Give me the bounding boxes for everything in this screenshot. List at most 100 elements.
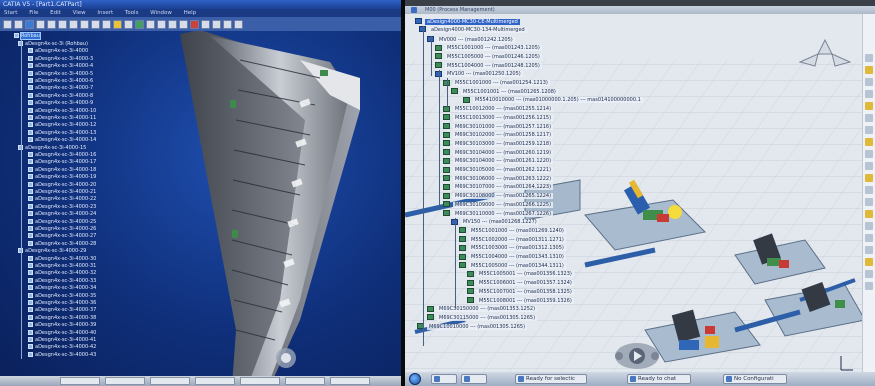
process-tree-item[interactable]: M55C1007001 --- (mas001358.1325) <box>467 288 574 295</box>
tree-item[interactable]: aDesgn4x-sc-3i-4000-5 <box>28 70 93 78</box>
process-tree-item[interactable]: M69C30102000 --- (mas001258.1217) <box>443 131 554 139</box>
menu-view[interactable]: View <box>73 10 86 16</box>
hide-show-icon[interactable] <box>223 19 232 29</box>
sketch-icon[interactable] <box>113 19 122 29</box>
tree-item[interactable]: aDesgn4x-sc-3i-4000-19 <box>28 174 96 181</box>
tree-item[interactable]: aDesgn4x-sc-3i (Rohbau) <box>18 41 88 48</box>
iso-view-icon[interactable] <box>201 19 210 29</box>
tree-item[interactable]: aDesgn4x-sc-3i-4000-39 <box>28 322 96 329</box>
menu-insert[interactable]: Insert <box>97 10 113 16</box>
process-tree-item[interactable]: M69C30110000 --- (mas001267.1226) <box>443 210 554 217</box>
process-tree-item[interactable]: M55C1001000 --- (mas001243.1205) <box>435 44 542 52</box>
new-icon[interactable] <box>3 19 12 29</box>
paste-icon[interactable] <box>69 19 78 29</box>
menu-tools[interactable]: Tools <box>125 10 139 16</box>
process-tree-item[interactable]: M55C1002000 --- (mas001311.1271) <box>459 236 566 243</box>
left-taskbar-item-2[interactable] <box>105 377 145 385</box>
left-taskbar-item-5[interactable] <box>240 377 280 385</box>
tree-item[interactable]: aDesgn4x-sc-3i-4000-23 <box>28 203 96 211</box>
rotate-icon[interactable] <box>157 19 166 29</box>
side-tool-7-icon[interactable] <box>865 126 873 134</box>
tree-item[interactable]: aDesgn4x-sc-3i-4000-28 <box>28 240 96 248</box>
process-tree-item[interactable]: M69C30150000 --- (mas001353.1252) <box>427 305 538 313</box>
tree-item[interactable]: aDesgn4x-sc-3i-4000-29 <box>18 248 86 255</box>
redo-icon[interactable] <box>91 19 100 29</box>
tree-item[interactable]: aDesgn4x-sc-3i-4000-35 <box>28 292 96 300</box>
tree-item[interactable]: aDesgn4x-sc-3i-4000-33 <box>28 277 96 285</box>
process-tree-item[interactable]: M69C30115000 --- (mas001305.1265) <box>427 314 538 321</box>
side-tool-6-icon[interactable] <box>865 114 873 122</box>
process-tree-item[interactable]: M69C10010000 --- (mas001305.1265) <box>417 323 528 330</box>
fly-mode-icon[interactable] <box>124 19 133 29</box>
side-tool-8-icon[interactable] <box>865 138 873 146</box>
process-tree-item[interactable]: M69C30104000 --- (mas001260.1219) <box>443 149 554 156</box>
process-tree-item[interactable]: M55C10012000 --- (mas001255.1214) <box>443 105 554 113</box>
taskbar-status-3[interactable]: No Configurati <box>723 374 787 384</box>
menu-file[interactable]: File <box>29 10 38 16</box>
tree-item[interactable]: aDesgn4x-sc-3i-4000-14 <box>28 137 96 144</box>
tree-item[interactable]: aDesgn4x-sc-3i-4000-41 <box>28 337 96 344</box>
tree-item[interactable]: aDesgn4x-sc-3i-4000-37 <box>28 307 96 314</box>
menu-start[interactable]: Start <box>4 10 17 16</box>
process-tree-item[interactable]: M69C30103000 --- (mas001259.1218) <box>443 140 554 147</box>
tree-item[interactable]: aDesgn4x-sc-3i-4000-40 <box>28 329 96 337</box>
start-button-icon[interactable] <box>409 373 421 385</box>
tree-item[interactable]: aDesgn4x-sc-3i-4000-21 <box>28 189 96 196</box>
process-tree-item[interactable]: M69C30104000 --- (mas001261.1220) <box>443 157 554 165</box>
side-tool-1-icon[interactable] <box>865 54 873 62</box>
tree-item[interactable]: aDesgn4x-sc-3i-4000-17 <box>28 159 96 166</box>
side-tool-17-icon[interactable] <box>865 246 873 254</box>
tree-item[interactable]: aDesgn4x-sc-3i-4000-38 <box>28 314 96 322</box>
tree-item[interactable]: aDesgn4x-sc-3i-4000-32 <box>28 270 96 277</box>
process-tree-item[interactable]: MV000 --- (mas001242.1205) <box>427 36 515 43</box>
side-tool-13-icon[interactable] <box>865 198 873 206</box>
process-tree-item[interactable]: M55C1001001 --- (mas001265.1208) <box>451 88 558 95</box>
tree-item[interactable]: aDesgn4x-sc-3i-4000-24 <box>28 211 96 218</box>
save-icon[interactable] <box>25 19 34 29</box>
tree-root[interactable]: Rohbau <box>14 32 41 40</box>
process-tree-item[interactable]: M55C1005000 --- (mas001246.1205) <box>435 53 542 60</box>
menu-help[interactable]: Help <box>184 10 197 16</box>
process-tree-item[interactable]: M55C10013000 --- (mas001256.1215) <box>443 114 554 121</box>
process-root[interactable]: aDesign4000-MC30-CE-Multimerged <box>415 18 520 25</box>
tree-item[interactable]: aDesgn4x-sc-3i-4000-12 <box>28 122 96 129</box>
tree-item[interactable]: aDesgn4x-sc-3i-4000-30 <box>28 255 96 263</box>
side-tool-20-icon[interactable] <box>865 282 873 290</box>
side-tool-4-icon[interactable] <box>865 90 873 98</box>
open-icon[interactable] <box>14 19 23 29</box>
print-icon[interactable] <box>36 19 45 29</box>
left-taskbar-item-1[interactable] <box>60 377 100 385</box>
side-tool-19-icon[interactable] <box>865 270 873 278</box>
process-tree-item[interactable]: M69C30107000 --- (mas001264.1223) <box>443 183 554 191</box>
process-tree-item[interactable]: M55C1004000 --- (mas001343.1310) <box>459 253 566 261</box>
copy-icon[interactable] <box>58 19 67 29</box>
tree-item[interactable]: aDesgn4x-sc-3i-4000-15 <box>18 144 86 152</box>
process-tree-item[interactable]: M69C30109000 --- (mas001266.1225) <box>443 201 554 208</box>
process-tree-item[interactable]: M69C30101000 --- (mas001257.1216) <box>443 123 554 130</box>
tree-item[interactable]: aDesgn4x-sc-3i-4000-36 <box>28 300 96 307</box>
process-tree-item[interactable]: M55C1003000 --- (mas001312.1305) <box>459 244 566 252</box>
left-taskbar-item-7[interactable] <box>330 377 370 385</box>
menu-edit[interactable]: Edit <box>50 10 61 16</box>
zoom-in-icon[interactable] <box>168 19 177 29</box>
side-tool-14-icon[interactable] <box>865 210 873 218</box>
tree-item[interactable]: aDesgn4x-sc-3i-4000-3 <box>28 55 93 63</box>
menu-window[interactable]: Window <box>150 10 172 16</box>
process-tree-item[interactable]: M55C1006001 --- (mas001357.1324) <box>467 279 574 287</box>
process-tree-item[interactable]: M55C1005001 --- (mas001356.1323) <box>467 270 574 278</box>
taskbar-app-2[interactable] <box>461 374 487 384</box>
process-subroot[interactable]: aDesign4000-MC30-134-Multimerged <box>419 26 527 33</box>
normal-view-icon[interactable] <box>190 19 199 29</box>
help-icon[interactable] <box>102 19 111 29</box>
side-tool-18-icon[interactable] <box>865 258 873 266</box>
process-tree-item[interactable]: M69C30106000 --- (mas001263.1222) <box>443 175 554 182</box>
left-taskbar-item-3[interactable] <box>150 377 190 385</box>
process-tree-item[interactable]: MV100 --- (mas001250.1205) <box>435 70 523 78</box>
shading-icon[interactable] <box>212 19 221 29</box>
side-tool-9-icon[interactable] <box>865 150 873 158</box>
taskbar-app-1[interactable] <box>431 374 457 384</box>
side-tool-2-icon[interactable] <box>865 66 873 74</box>
process-tree-item[interactable]: MV150 --- (mas001268.1227) <box>451 218 539 226</box>
tree-item[interactable]: aDesgn4x-sc-3i-4000-13 <box>28 129 96 137</box>
side-tool-11-icon[interactable] <box>865 174 873 182</box>
